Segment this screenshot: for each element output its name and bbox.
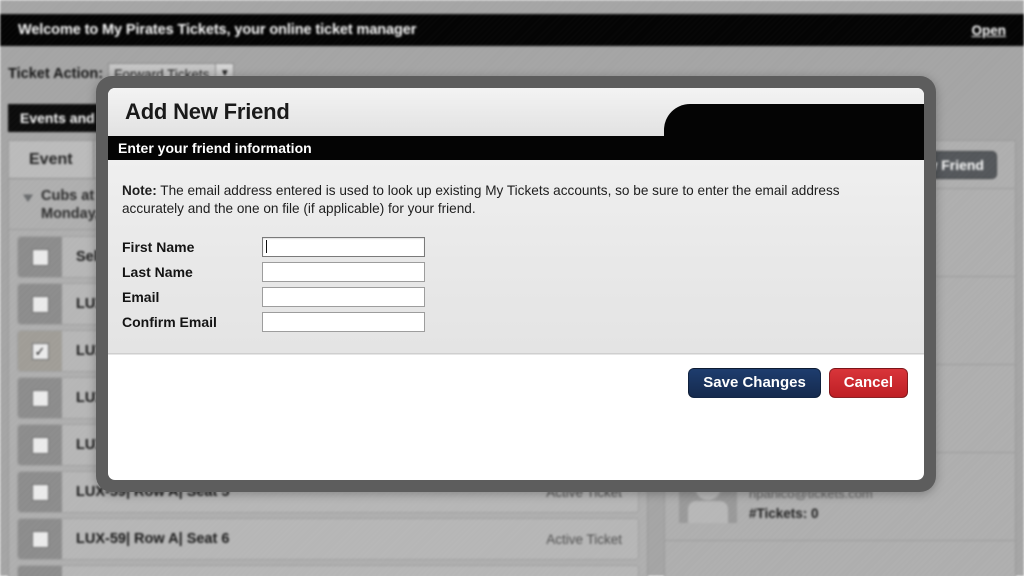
dialog-subtitle-bar: Enter your friend information bbox=[108, 136, 924, 160]
save-changes-button[interactable]: Save Changes bbox=[688, 368, 821, 398]
checkbox-checked-icon[interactable]: ✓ bbox=[32, 343, 49, 360]
dialog-empty-area bbox=[108, 410, 924, 462]
ticket-status: Active Ticket bbox=[546, 519, 638, 559]
checkbox-icon[interactable] bbox=[32, 531, 49, 548]
ticket-label: LUX-59| Row B| Seat 1 bbox=[62, 566, 546, 576]
row-checkbox-cell[interactable] bbox=[18, 284, 62, 324]
form-row-confirm-email: Confirm Email bbox=[122, 309, 906, 334]
ticket-action-label: Ticket Action: bbox=[8, 66, 103, 82]
form-row-last-name: Last Name bbox=[122, 259, 906, 284]
checkbox-icon[interactable] bbox=[32, 484, 49, 501]
email-field[interactable] bbox=[262, 287, 425, 307]
screen: Welcome to My Pirates Tickets, your onli… bbox=[0, 0, 1024, 576]
confirm-email-field[interactable] bbox=[262, 312, 425, 332]
row-checkbox-cell[interactable] bbox=[18, 237, 62, 277]
ticket-status: Active Ticket bbox=[546, 566, 638, 576]
row-checkbox-cell[interactable] bbox=[18, 566, 62, 576]
row-checkbox-cell[interactable] bbox=[18, 425, 62, 465]
note-text: Note: The email address entered is used … bbox=[122, 182, 892, 218]
dialog-body: Note: The email address entered is used … bbox=[108, 160, 924, 354]
checkbox-icon[interactable] bbox=[32, 296, 49, 313]
dialog-footer: Save Changes Cancel bbox=[108, 354, 924, 410]
avatar-body-icon bbox=[688, 501, 728, 523]
text-cursor-icon bbox=[266, 240, 267, 253]
table-row[interactable]: LUX-59| Row A| Seat 6 Active Ticket bbox=[17, 518, 639, 560]
cancel-button[interactable]: Cancel bbox=[829, 368, 908, 398]
table-row[interactable]: LUX-59| Row B| Seat 1 Active Ticket bbox=[17, 565, 639, 576]
row-checkbox-cell[interactable]: ✓ bbox=[18, 331, 62, 371]
checkbox-icon[interactable] bbox=[32, 437, 49, 454]
ticket-label: LUX-59| Row A| Seat 6 bbox=[62, 519, 546, 559]
email-label: Email bbox=[122, 289, 262, 305]
form-row-first-name: First Name bbox=[122, 234, 906, 259]
dialog-title: Add New Friend bbox=[125, 99, 290, 125]
row-checkbox-cell[interactable] bbox=[18, 472, 62, 512]
dialog-title-bar: Add New Friend bbox=[108, 88, 924, 136]
last-name-field[interactable] bbox=[262, 262, 425, 282]
note-prefix: Note: bbox=[122, 183, 157, 198]
row-checkbox-cell[interactable] bbox=[18, 519, 62, 559]
expand-caret-icon[interactable] bbox=[23, 192, 33, 202]
checkbox-icon[interactable] bbox=[32, 249, 49, 266]
friend-form: First Name Last Name Email Confirm Email bbox=[122, 234, 906, 334]
confirm-email-label: Confirm Email bbox=[122, 314, 262, 330]
add-new-friend-dialog: Add New Friend Enter your friend informa… bbox=[108, 88, 924, 480]
friend-ticket-count: #Tickets: 0 bbox=[749, 506, 873, 521]
first-name-field[interactable] bbox=[262, 237, 425, 257]
form-row-email: Email bbox=[122, 284, 906, 309]
modal-frame: Add New Friend Enter your friend informa… bbox=[96, 76, 936, 492]
row-checkbox-cell[interactable] bbox=[18, 378, 62, 418]
tab-event[interactable]: Event bbox=[9, 141, 94, 178]
note-body: The email address entered is used to loo… bbox=[122, 183, 840, 216]
last-name-label: Last Name bbox=[122, 264, 262, 280]
title-notch-decoration bbox=[664, 104, 924, 136]
checkbox-icon[interactable] bbox=[32, 390, 49, 407]
open-link[interactable]: Open bbox=[971, 23, 1006, 38]
welcome-text: Welcome to My Pirates Tickets, your onli… bbox=[18, 22, 416, 38]
first-name-label: First Name bbox=[122, 239, 262, 255]
top-banner: Welcome to My Pirates Tickets, your onli… bbox=[0, 14, 1024, 46]
